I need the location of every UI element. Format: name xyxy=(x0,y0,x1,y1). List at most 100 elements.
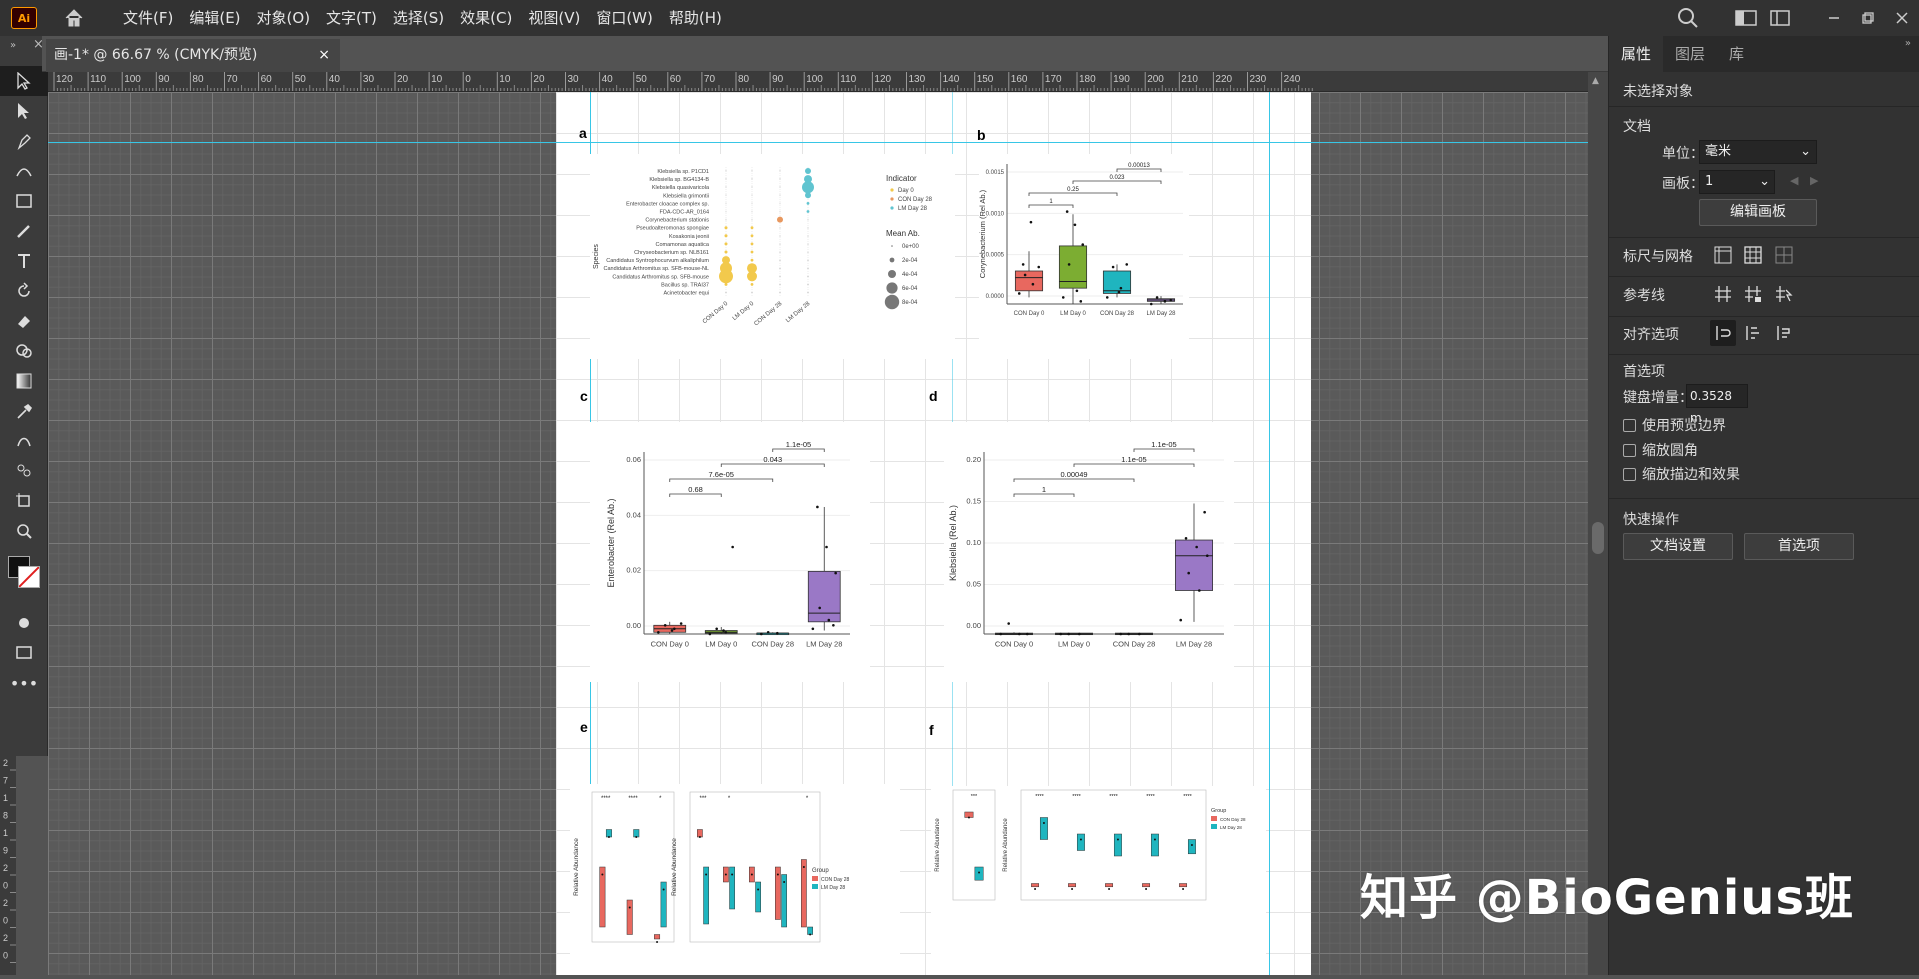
panel-f-boxplot[interactable]: Relative Abundance *** Relative Abundance *… xyxy=(931,786,1266,975)
show-guides-icon[interactable] xyxy=(1710,281,1736,307)
document-setup-button[interactable]: 文档设置 xyxy=(1623,533,1733,560)
snap-to-glyph-icon[interactable] xyxy=(1771,320,1797,346)
scale-corners-checkbox[interactable]: 缩放圆角 xyxy=(1623,440,1698,460)
y-axis-label: Relative Abundance xyxy=(671,838,678,896)
restore-icon[interactable] xyxy=(1851,0,1885,36)
ruler-icon[interactable] xyxy=(1710,242,1736,268)
collapse-icon[interactable]: » xyxy=(10,40,16,51)
data-point xyxy=(825,545,828,549)
edit-artboard-button[interactable]: 编辑画板 xyxy=(1699,199,1817,226)
scale-strokes-checkbox[interactable]: 缩放描边和效果 xyxy=(1623,464,1740,484)
menu-help[interactable]: 帮助(H) xyxy=(661,0,730,36)
tab-libraries[interactable]: 库 xyxy=(1717,36,1756,72)
guide-horizontal[interactable] xyxy=(48,142,1588,143)
menu-bar: Ai 文件(F) 编辑(E) 对象(O) 文字(T) 选择(S) 效果(C) 视… xyxy=(0,0,1919,36)
guide-vertical[interactable] xyxy=(1269,92,1270,975)
shape-builder-tool-icon[interactable] xyxy=(0,336,48,366)
eyedropper-tool-icon[interactable] xyxy=(0,396,48,426)
symbol-sprayer-tool-icon[interactable] xyxy=(0,456,48,486)
panel-layout-icon[interactable] xyxy=(1763,0,1797,36)
workspace-switcher-icon[interactable] xyxy=(1729,0,1763,36)
checkbox-box[interactable] xyxy=(1623,467,1636,481)
menu-effect[interactable]: 效果(C) xyxy=(452,0,520,36)
artboard-tool-icon[interactable] xyxy=(0,486,48,516)
quick-actions-title: 快速操作 xyxy=(1623,512,1679,528)
menu-file[interactable]: 文件(F) xyxy=(115,0,181,36)
minimize-icon[interactable] xyxy=(1817,0,1851,36)
selection-tool-icon[interactable] xyxy=(0,66,48,96)
direct-selection-tool-icon[interactable] xyxy=(0,96,48,126)
search-icon[interactable] xyxy=(1671,0,1705,36)
snap-to-point-icon[interactable] xyxy=(1710,320,1736,346)
data-point xyxy=(757,888,760,891)
data-point xyxy=(1025,632,1029,636)
home-icon[interactable] xyxy=(59,3,89,33)
curvature-tool-icon[interactable] xyxy=(0,156,48,186)
significance-label: *** xyxy=(971,794,978,800)
smart-guides-icon[interactable] xyxy=(1771,281,1797,307)
menu-view[interactable]: 视图(V) xyxy=(520,0,588,36)
panel-a-dotplot[interactable]: Species Klebsiella sp. P1CD1 Klebsiella s… xyxy=(590,154,955,359)
transparency-grid-icon[interactable] xyxy=(1771,242,1797,268)
draw-mode-icon[interactable] xyxy=(0,608,48,638)
scroll-up-icon[interactable]: ▲ xyxy=(1592,76,1599,86)
type-tool-icon[interactable] xyxy=(0,246,48,276)
artboard-select[interactable]: 1 ⌄ xyxy=(1699,170,1775,194)
menu-select[interactable]: 选择(S) xyxy=(385,0,452,36)
panel-c-boxplot[interactable]: 0.06 0.04 0.02 0.00 Enterobacter (Rel Ab.) CO… xyxy=(590,422,870,682)
previous-artboard-icon[interactable]: ◀ xyxy=(1790,174,1798,187)
stroke-swatch[interactable] xyxy=(18,566,40,588)
size-legend-label: 2e-04 xyxy=(902,258,918,264)
checkbox-box[interactable] xyxy=(1623,418,1636,432)
menu-window[interactable]: 窗口(W) xyxy=(588,0,661,36)
keyboard-increment-input[interactable]: 0.3528 m xyxy=(1686,384,1748,425)
panel-menu-icon[interactable]: » xyxy=(1905,38,1911,49)
dot xyxy=(724,242,728,246)
lock-guides-icon[interactable] xyxy=(1740,281,1766,307)
snap-to-pixel-icon[interactable] xyxy=(1740,320,1766,346)
menu-type[interactable]: 文字(T) xyxy=(318,0,385,36)
panel-e-boxplot[interactable]: Relative Abundance**** **** *Relative Abun… xyxy=(570,784,900,975)
checkbox-box[interactable] xyxy=(1623,443,1636,457)
close-tab-icon[interactable]: × xyxy=(318,39,330,72)
y-tick-label: 0.10 xyxy=(966,538,981,547)
grid-icon[interactable] xyxy=(1740,242,1766,268)
rotate-tool-icon[interactable] xyxy=(0,276,48,306)
data-point xyxy=(1149,302,1153,306)
gradient-tool-icon[interactable] xyxy=(0,366,48,396)
significance-label: *** xyxy=(699,796,707,802)
blend-tool-icon[interactable] xyxy=(0,426,48,456)
checkbox-label: 缩放描边和效果 xyxy=(1642,467,1740,483)
data-point xyxy=(1182,888,1185,890)
significance-label: **** xyxy=(1146,794,1155,800)
data-point xyxy=(999,632,1003,636)
zoom-tool-icon[interactable] xyxy=(0,516,48,546)
panel-d-boxplot[interactable]: 0.20 0.15 0.10 0.05 0.00 Klebsiella (Rel Ab.)… xyxy=(944,422,1234,682)
more-tools-icon[interactable]: ••• xyxy=(0,668,48,698)
scrollbar-thumb[interactable] xyxy=(1592,522,1604,554)
use-preview-bounds-checkbox[interactable]: 使用预览边界 xyxy=(1623,415,1726,435)
menu-object[interactable]: 对象(O) xyxy=(249,0,319,36)
checkbox-label: 使用预览边界 xyxy=(1642,418,1726,434)
preferences-button[interactable]: 首选项 xyxy=(1744,533,1854,560)
close-icon[interactable] xyxy=(1885,0,1919,36)
eraser-tool-icon[interactable] xyxy=(0,306,48,336)
tab-properties[interactable]: 属性 xyxy=(1609,36,1664,72)
rectangle-tool-icon[interactable] xyxy=(0,186,48,216)
ruler-label: 180 xyxy=(1079,74,1096,85)
artboard[interactable]: a b c d e f Species Klebsiella sp. P1CD1… xyxy=(48,92,1588,975)
next-artboard-icon[interactable]: ▶ xyxy=(1810,174,1818,187)
tab-layers[interactable]: 图层 xyxy=(1663,36,1717,72)
dot xyxy=(724,282,728,286)
data-point xyxy=(731,545,734,549)
screen-mode-icon[interactable] xyxy=(0,638,48,668)
document-tab[interactable]: 画-1* @ 66.67 % (CMYK/预览) × xyxy=(46,39,340,72)
brush-tool-icon[interactable] xyxy=(0,216,48,246)
canvas[interactable]: a b c d e f Species Klebsiella sp. P1CD1… xyxy=(48,92,1588,975)
pen-tool-icon[interactable] xyxy=(0,126,48,156)
unit-select[interactable]: 毫米 ⌄ xyxy=(1699,140,1817,164)
vertical-scrollbar[interactable]: ▲ xyxy=(1588,72,1608,975)
y-axis-label: Relative Abundance xyxy=(573,838,580,896)
menu-edit[interactable]: 编辑(E) xyxy=(181,0,248,36)
panel-b-boxplot[interactable]: 0.0015 0.0010 0.0005 0.0000 Corynebacterium … xyxy=(979,154,1189,359)
